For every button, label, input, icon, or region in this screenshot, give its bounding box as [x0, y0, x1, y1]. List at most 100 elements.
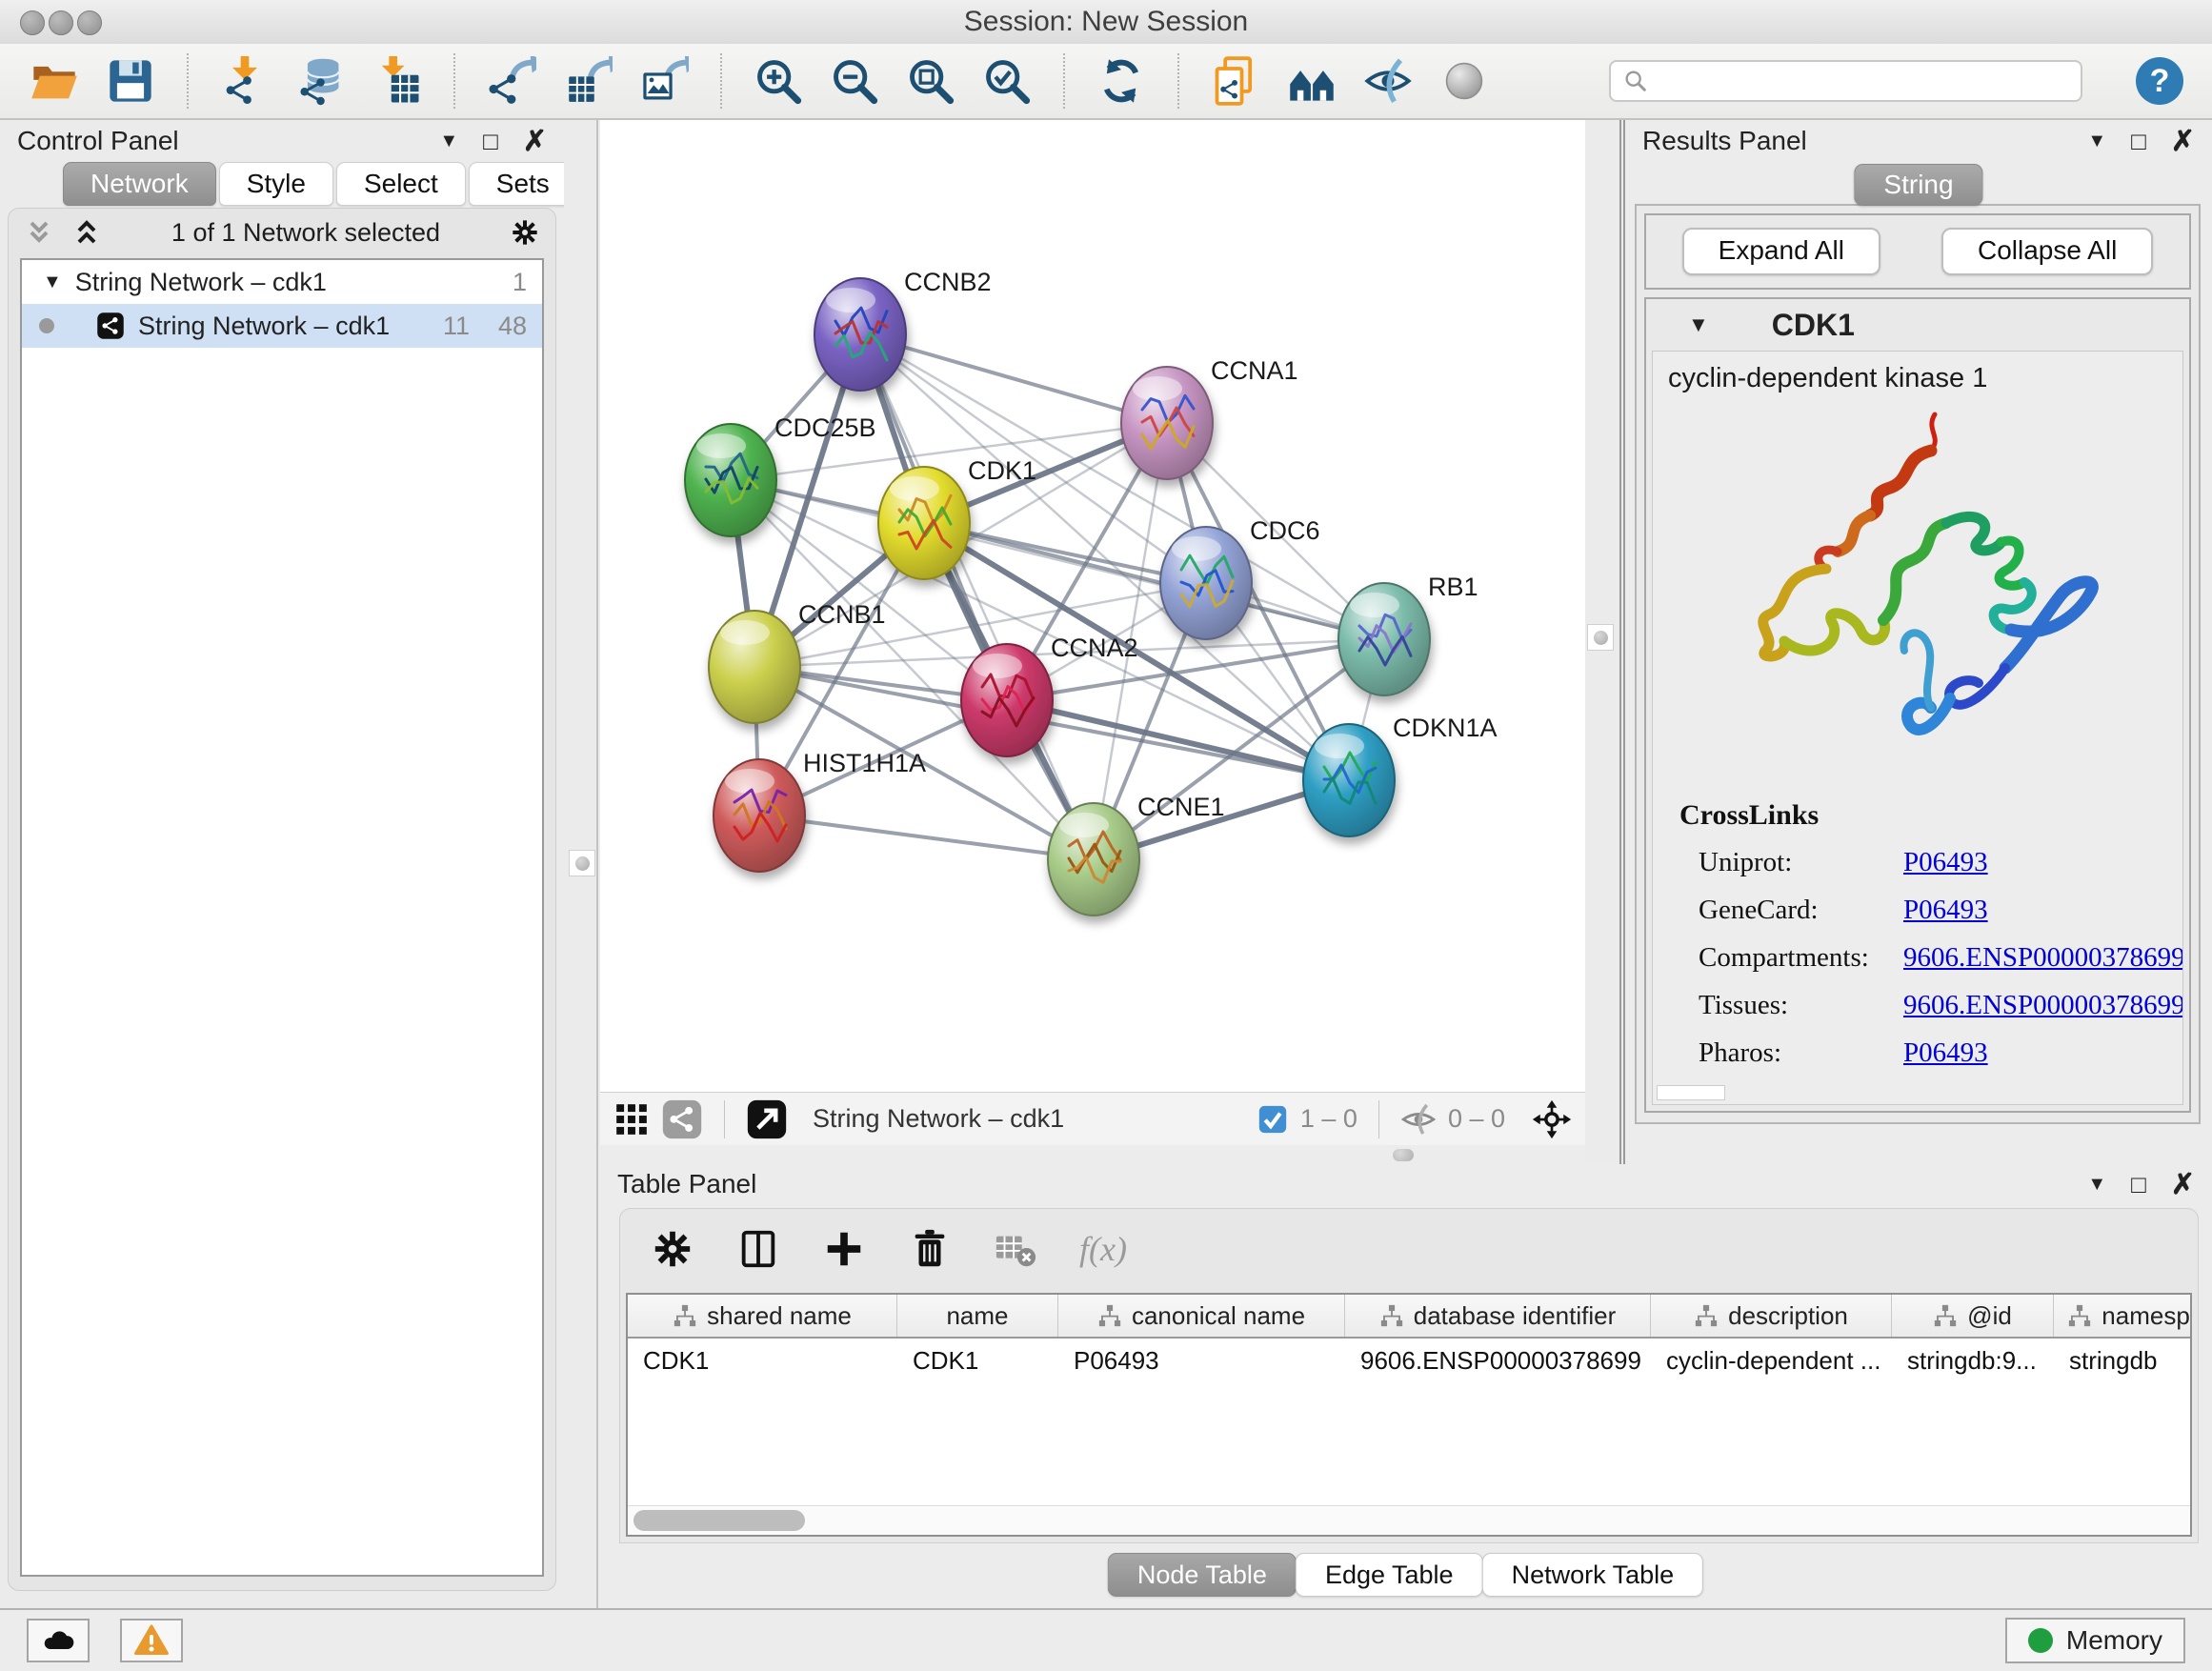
node-CCNE1[interactable]: CCNE1	[1048, 793, 1225, 916]
zoom-in-icon[interactable]	[753, 55, 804, 107]
network-row[interactable]: String Network – cdk1 11 48	[22, 304, 542, 348]
network-collection-row[interactable]: ▼ String Network – cdk1 1	[22, 260, 542, 304]
collection-expand-icon[interactable]: ▼	[43, 272, 62, 293]
table-cell[interactable]: CDK1	[897, 1339, 1058, 1382]
tab-string[interactable]: String	[1854, 164, 1982, 206]
cloud-status-button[interactable]	[27, 1619, 90, 1662]
horizontal-splitter[interactable]	[600, 1145, 1585, 1164]
right-splitter-handle[interactable]	[1587, 624, 1614, 651]
panel-menu-icon[interactable]: ▼	[2087, 1174, 2106, 1196]
search-input[interactable]	[1659, 66, 2069, 97]
node-CDKN1A[interactable]: CDKN1A	[1303, 714, 1498, 836]
table-cell[interactable]: 9606.ENSP00000378699	[1345, 1339, 1651, 1382]
gear-icon[interactable]	[510, 217, 540, 248]
node-CDK1[interactable]: CDK1	[878, 456, 1036, 579]
export-network-icon[interactable]	[486, 55, 537, 107]
add-column-icon[interactable]	[822, 1227, 866, 1271]
search-box[interactable]	[1609, 60, 2082, 102]
column-header-name[interactable]: name	[897, 1295, 1058, 1337]
fit-content-icon[interactable]	[905, 55, 956, 107]
import-table-file-icon[interactable]	[372, 55, 423, 107]
copy-documents-icon[interactable]	[1210, 55, 1261, 107]
edge-HIST1H1A-CCNE1[interactable]	[759, 815, 1094, 859]
column-header-@id[interactable]: @id	[1892, 1295, 2054, 1337]
node-CDC6[interactable]: CDC6	[1160, 516, 1320, 639]
node-CDC25B[interactable]: CDC25B	[685, 413, 876, 536]
export-image-icon[interactable]	[638, 55, 690, 107]
selected-checkbox-icon[interactable]	[1257, 1103, 1289, 1136]
panel-menu-icon[interactable]: ▼	[2087, 131, 2106, 152]
table-cell[interactable]: P06493	[1058, 1339, 1345, 1382]
warnings-button[interactable]	[120, 1619, 183, 1662]
edge-CCNA2-CDKN1A[interactable]	[1007, 700, 1349, 780]
expand-all-button[interactable]: Expand All	[1682, 228, 1880, 275]
table-hscrollbar-thumb[interactable]	[633, 1510, 805, 1531]
panel-float-icon[interactable]: □	[2131, 1170, 2146, 1199]
edge-CCNB2-CCNE1[interactable]	[860, 334, 1094, 859]
column-header-namespace[interactable]: namespace	[2054, 1295, 2192, 1337]
first-neighbors-houses-icon[interactable]	[1286, 55, 1337, 107]
panel-close-icon[interactable]: ✗	[2171, 1168, 2195, 1201]
export-table-icon[interactable]	[562, 55, 613, 107]
tab-network[interactable]: Network	[63, 162, 216, 206]
crosslink-link[interactable]: P06493	[1903, 895, 1988, 926]
horizontal-splitter-handle[interactable]	[1393, 1149, 1414, 1161]
left-splitter-handle[interactable]	[569, 850, 595, 876]
column-header-shared-name[interactable]: shared name	[628, 1295, 897, 1337]
help-button[interactable]: ?	[2136, 57, 2183, 105]
table-hscrollbar[interactable]	[628, 1505, 2190, 1535]
table-settings-gear-icon[interactable]	[651, 1227, 694, 1271]
hidden-eye-slash-icon[interactable]	[1400, 1101, 1437, 1137]
birds-eye-view-icon[interactable]	[613, 1101, 650, 1137]
right-splitter[interactable]	[1585, 120, 1625, 1164]
open-session-icon[interactable]	[29, 55, 80, 107]
detach-view-icon[interactable]	[746, 1098, 788, 1140]
collapse-all-icon[interactable]	[24, 217, 54, 248]
crosslink-link[interactable]: P06493	[1903, 847, 1988, 878]
crosslink-link[interactable]: P06493	[1903, 1037, 1988, 1069]
table-body-row[interactable]: CDK1CDK1P064939606.ENSP00000378699cyclin…	[628, 1339, 2190, 1382]
column-header-description[interactable]: description	[1651, 1295, 1892, 1337]
tab-style[interactable]: Style	[219, 162, 333, 206]
tab-edge-table[interactable]: Edge Table	[1296, 1553, 1483, 1597]
node-CCNA2[interactable]: CCNA2	[961, 634, 1138, 756]
node-CCNA1[interactable]: CCNA1	[1121, 356, 1298, 479]
panel-float-icon[interactable]: □	[2131, 127, 2146, 156]
protein-section-header[interactable]: ▼ CDK1	[1646, 299, 2189, 351]
panel-float-icon[interactable]: □	[483, 127, 498, 156]
hide-graphics-details-icon[interactable]	[1362, 55, 1414, 107]
column-header-canonical-name[interactable]: canonical name	[1058, 1295, 1345, 1337]
table-cell[interactable]: CDK1	[628, 1339, 897, 1382]
pan-crosshair-icon[interactable]	[1532, 1099, 1572, 1139]
delete-column-icon[interactable]	[908, 1227, 952, 1271]
refresh-view-icon[interactable]	[1096, 55, 1147, 107]
panel-close-icon[interactable]: ✗	[523, 125, 547, 158]
results-scrollbar[interactable]	[1657, 1085, 1725, 1100]
table-cell[interactable]: stringdb:9...	[1892, 1339, 2054, 1382]
crosslink-link[interactable]: 9606.ENSP00000378699	[1903, 942, 2183, 974]
tab-sets[interactable]: Sets	[469, 162, 577, 206]
column-header-database-identifier[interactable]: database identifier	[1345, 1295, 1651, 1337]
panel-menu-icon[interactable]: ▼	[439, 131, 458, 152]
left-splitter[interactable]	[564, 120, 598, 1608]
panel-close-icon[interactable]: ✗	[2171, 125, 2195, 158]
import-network-database-icon[interactable]	[295, 55, 347, 107]
table-cell[interactable]: cyclin-dependent ...	[1651, 1339, 1892, 1382]
tab-select[interactable]: Select	[336, 162, 466, 206]
tab-network-table[interactable]: Network Table	[1482, 1553, 1704, 1597]
node-HIST1H1A[interactable]: HIST1H1A	[714, 749, 926, 872]
show-graphics-details-icon[interactable]	[1438, 55, 1490, 107]
zoom-selected-icon[interactable]	[981, 55, 1033, 107]
zoom-out-icon[interactable]	[829, 55, 880, 107]
section-collapse-icon[interactable]: ▼	[1688, 312, 1709, 337]
edge-CCNB2-CCNA1[interactable]	[860, 334, 1167, 423]
network-view[interactable]: CCNB2CCNA1CDC25BCDK1CDC6RB1CCNB1CCNA2CDK…	[600, 120, 1585, 1092]
save-session-icon[interactable]	[105, 55, 156, 107]
import-network-file-icon[interactable]	[219, 55, 271, 107]
table-cell[interactable]: stringdb	[2054, 1339, 2192, 1382]
crosslink-link[interactable]: 9606.ENSP00000378699	[1903, 990, 2183, 1021]
show-columns-icon[interactable]	[736, 1227, 780, 1271]
expand-all-icon[interactable]	[71, 217, 102, 248]
node-RB1[interactable]: RB1	[1338, 573, 1478, 695]
tab-node-table[interactable]: Node Table	[1108, 1553, 1297, 1597]
